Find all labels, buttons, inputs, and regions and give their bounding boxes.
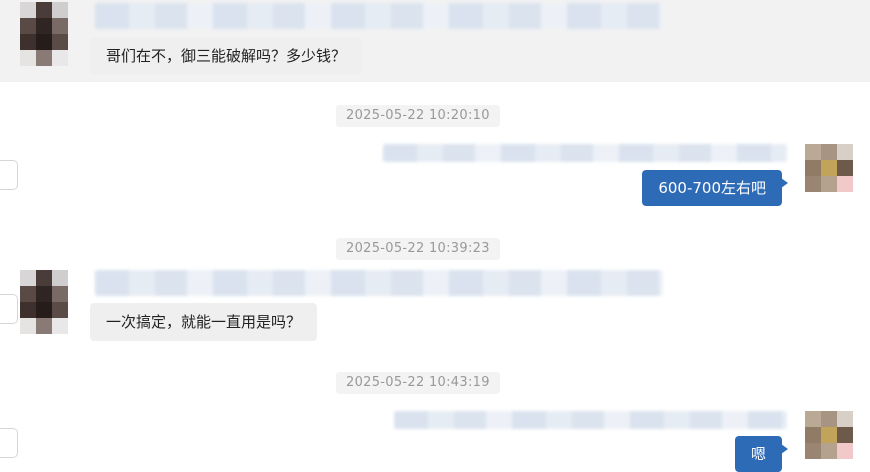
self-avatar-pixelated[interactable] (805, 144, 853, 192)
sender-avatar-pixelated[interactable] (20, 2, 68, 66)
message-checkbox[interactable] (0, 294, 18, 324)
sender-name-redacted (95, 270, 663, 296)
self-name-redacted (394, 411, 787, 429)
message-bubble-outgoing[interactable]: 嗯 (734, 436, 789, 472)
self-avatar-pixelated[interactable] (805, 411, 853, 459)
sender-name-redacted (95, 3, 663, 29)
message-checkbox[interactable] (0, 428, 18, 458)
message-checkbox[interactable] (0, 160, 18, 190)
self-name-redacted (383, 144, 787, 162)
message-bubble-incoming[interactable]: 一次搞定，就能一直用是吗？ (90, 303, 318, 341)
timestamp: 2025-05-22 10:20:10 (336, 105, 500, 127)
message-bubble-incoming[interactable]: 哥们在不，御三能破解吗？多少钱？ (90, 37, 363, 75)
sender-avatar-pixelated[interactable] (20, 270, 68, 334)
message-bubble-outgoing[interactable]: 600-700左右吧 (642, 170, 788, 206)
timestamp: 2025-05-22 10:39:23 (336, 238, 500, 260)
timestamp: 2025-05-22 10:43:19 (336, 372, 500, 394)
